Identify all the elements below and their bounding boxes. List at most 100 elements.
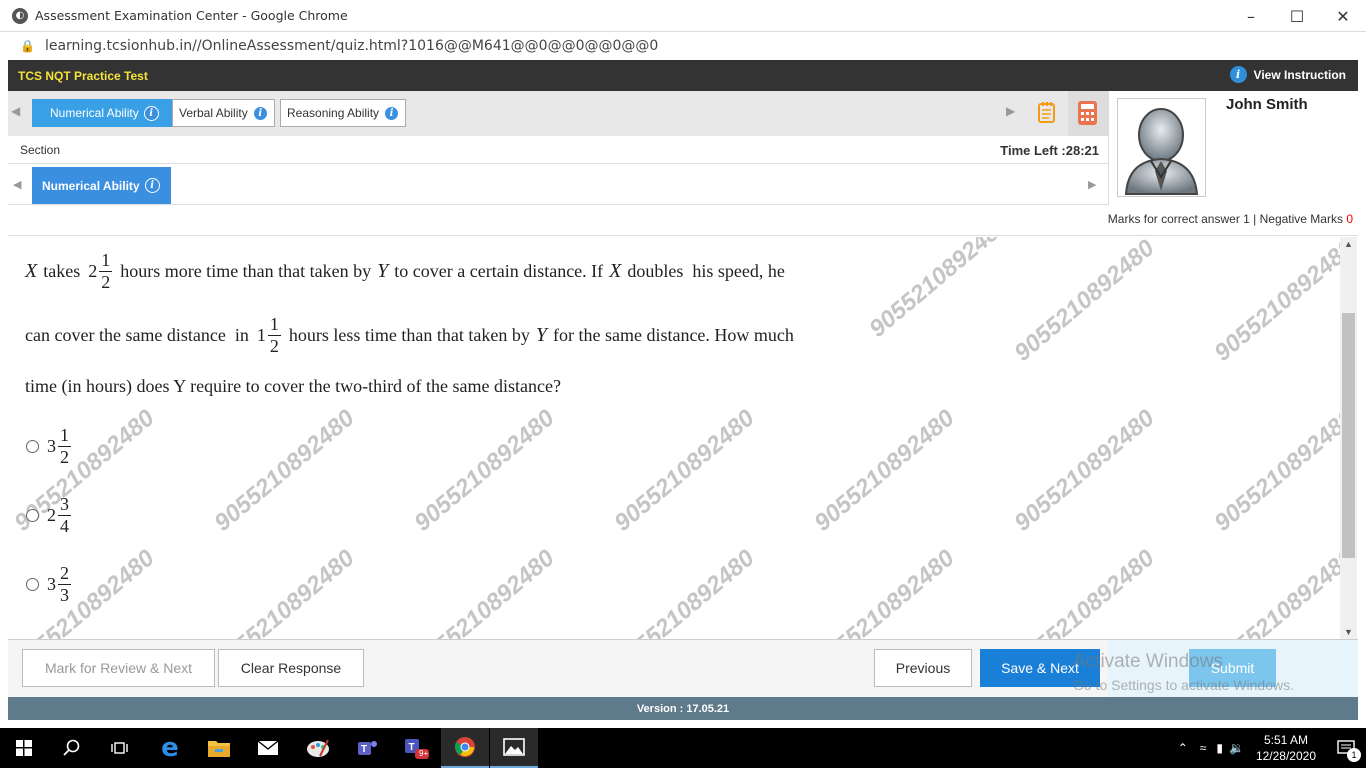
show-hidden-icons-icon[interactable]: ⌃ bbox=[1178, 741, 1188, 755]
tab-verbal-ability[interactable]: Verbal Ability i bbox=[172, 99, 275, 127]
lock-icon: 🔒 bbox=[20, 39, 35, 53]
paint-app-button[interactable] bbox=[294, 728, 342, 768]
question-line-1: X takes 2 1 2 hours more time than that … bbox=[25, 250, 785, 293]
denominator: 4 bbox=[60, 516, 69, 536]
watermark: 9055210892480 bbox=[864, 237, 1015, 343]
window-title: Assessment Examination Center - Google C… bbox=[35, 8, 348, 23]
tab-numerical-ability[interactable]: Numerical Ability i bbox=[32, 99, 176, 127]
edge-taskbar-button[interactable]: e bbox=[146, 728, 194, 768]
time-left: Time Left :28:21 bbox=[1000, 143, 1099, 158]
option-2[interactable]: 2 3 4 bbox=[26, 494, 73, 537]
watermark: 9055210892480 bbox=[1209, 544, 1340, 639]
address-bar[interactable]: 🔒 learning.tcsionhub.in//OnlineAssessmen… bbox=[0, 32, 1366, 60]
exam-header: TCS NQT Practice Test i View Instruction bbox=[8, 60, 1358, 91]
view-instruction-link[interactable]: i View Instruction bbox=[1229, 66, 1346, 83]
system-tray: ⌃ ≈ ▮ 🔉 5:51 AM 12/28/2020 1 bbox=[1178, 728, 1366, 768]
minimize-button[interactable]: – bbox=[1228, 0, 1274, 32]
option-radio[interactable] bbox=[26, 578, 39, 591]
watermark: 9055210892480 bbox=[209, 404, 360, 537]
mail-button[interactable] bbox=[244, 728, 292, 768]
question-scrollbar[interactable]: ▲ ▼ bbox=[1340, 237, 1357, 639]
question-panel: 9055210892480 9055210892480 905521089248… bbox=[8, 237, 1340, 639]
search-button[interactable] bbox=[48, 728, 96, 768]
question-line-2: can cover the same distance in 1 1 2 hou… bbox=[25, 314, 794, 357]
subsection-tab-numerical-ability[interactable]: Numerical Ability i bbox=[32, 167, 171, 204]
start-button[interactable] bbox=[0, 728, 48, 768]
subsection-scroll-left-icon[interactable]: ◀ bbox=[13, 178, 21, 191]
photos-taskbar-button[interactable] bbox=[490, 728, 538, 768]
tab-reasoning-ability[interactable]: Reasoning Ability i bbox=[280, 99, 407, 127]
previous-button[interactable]: Previous bbox=[874, 649, 972, 687]
view-instruction-label: View Instruction bbox=[1253, 67, 1346, 82]
info-icon[interactable]: i bbox=[144, 178, 160, 193]
maximize-button[interactable]: ☐ bbox=[1274, 0, 1320, 32]
info-icon[interactable]: i bbox=[384, 105, 400, 121]
option-whole: 3 bbox=[47, 436, 56, 456]
info-icon[interactable]: i bbox=[143, 105, 159, 121]
clock-date: 12/28/2020 bbox=[1255, 749, 1316, 763]
notepad-icon[interactable] bbox=[1037, 101, 1057, 123]
option-fraction: 1 2 bbox=[58, 425, 71, 468]
tab-scroll-left-icon[interactable]: ◀ bbox=[11, 104, 20, 118]
option-whole: 3 bbox=[47, 574, 56, 594]
subsection-tab-bar: ◀ Numerical Ability i ▶ bbox=[8, 165, 1108, 205]
option-fraction: 3 4 bbox=[58, 494, 71, 537]
url-text[interactable]: learning.tcsionhub.in//OnlineAssessment/… bbox=[45, 38, 658, 54]
battery-icon[interactable]: ▮ bbox=[1216, 741, 1223, 755]
calculator-button[interactable] bbox=[1068, 91, 1108, 136]
teams-button[interactable]: T bbox=[343, 728, 391, 768]
file-explorer-button[interactable] bbox=[195, 728, 243, 768]
photos-icon bbox=[503, 738, 525, 756]
window-controls: – ☐ ✕ bbox=[1228, 0, 1366, 32]
tab-scroll-right-icon[interactable]: ▶ bbox=[1006, 104, 1015, 118]
watermark: 9055210892480 bbox=[609, 404, 760, 537]
teams-notification-button[interactable]: T 9+ bbox=[392, 728, 440, 768]
close-window-button[interactable]: ✕ bbox=[1320, 0, 1366, 32]
info-icon: i bbox=[1229, 66, 1247, 83]
denominator: 2 bbox=[60, 447, 69, 467]
scroll-down-icon[interactable]: ▼ bbox=[1344, 627, 1353, 637]
question-fragment: for the same distance. How much bbox=[552, 325, 794, 345]
activate-windows-subtitle: Go to Settings to activate Windows. bbox=[1073, 677, 1294, 693]
watermark: 9055210892480 bbox=[1009, 544, 1160, 639]
variable-y: Y bbox=[535, 324, 547, 346]
question-fragment: to cover a certain distance. If bbox=[394, 261, 604, 281]
mail-icon bbox=[257, 740, 279, 755]
subsection-scroll-right-icon[interactable]: ▶ bbox=[1088, 178, 1096, 191]
section-info-row: Section Time Left :28:21 bbox=[8, 136, 1108, 164]
chrome-taskbar-button[interactable] bbox=[441, 728, 489, 768]
activate-windows-title: Activate Windows bbox=[1073, 651, 1223, 672]
watermark: 9055210892480 bbox=[209, 544, 360, 639]
chrome-icon bbox=[454, 737, 475, 757]
option-1[interactable]: 3 1 2 bbox=[26, 425, 73, 468]
action-center-button[interactable]: 1 bbox=[1326, 728, 1366, 768]
tab-label: Reasoning Ability bbox=[287, 106, 380, 120]
variable-x: X bbox=[609, 260, 622, 282]
denominator: 2 bbox=[269, 336, 279, 356]
site-favicon-icon: ◐ bbox=[12, 7, 28, 24]
numerator: 1 bbox=[58, 425, 71, 447]
scroll-up-icon[interactable]: ▲ bbox=[1344, 239, 1353, 249]
option-radio[interactable] bbox=[26, 440, 39, 453]
svg-text:T: T bbox=[409, 742, 415, 753]
fraction: 1 2 bbox=[267, 314, 281, 357]
scrollbar-thumb[interactable] bbox=[1342, 313, 1355, 558]
fraction: 1 2 bbox=[99, 250, 113, 293]
windows-taskbar: e T T 9+ ⌃ ≈ ▮ 🔉 5:51 AM 12/28/2020 1 bbox=[0, 728, 1366, 768]
task-view-button[interactable] bbox=[96, 728, 144, 768]
wifi-icon[interactable]: ≈ bbox=[1200, 741, 1207, 755]
watermark: 9055210892480 bbox=[1209, 237, 1340, 367]
negative-marks-value: 0 bbox=[1346, 212, 1353, 226]
info-icon[interactable]: i bbox=[252, 105, 268, 121]
volume-icon[interactable]: 🔉 bbox=[1229, 741, 1244, 755]
question-fragment: hours more time than that taken by bbox=[120, 261, 372, 281]
section-label: Section bbox=[20, 143, 61, 157]
mark-review-next-button[interactable]: Mark for Review & Next bbox=[22, 649, 215, 687]
clock[interactable]: 5:51 AM 12/28/2020 bbox=[1256, 732, 1316, 764]
exam-frame: TCS NQT Practice Test i View Instruction… bbox=[8, 60, 1358, 720]
option-radio[interactable] bbox=[26, 509, 39, 522]
option-3[interactable]: 3 2 3 bbox=[26, 563, 73, 606]
watermark: 9055210892480 bbox=[409, 404, 560, 537]
clear-response-button[interactable]: Clear Response bbox=[218, 649, 364, 687]
candidate-profile: John Smith bbox=[1108, 91, 1358, 205]
